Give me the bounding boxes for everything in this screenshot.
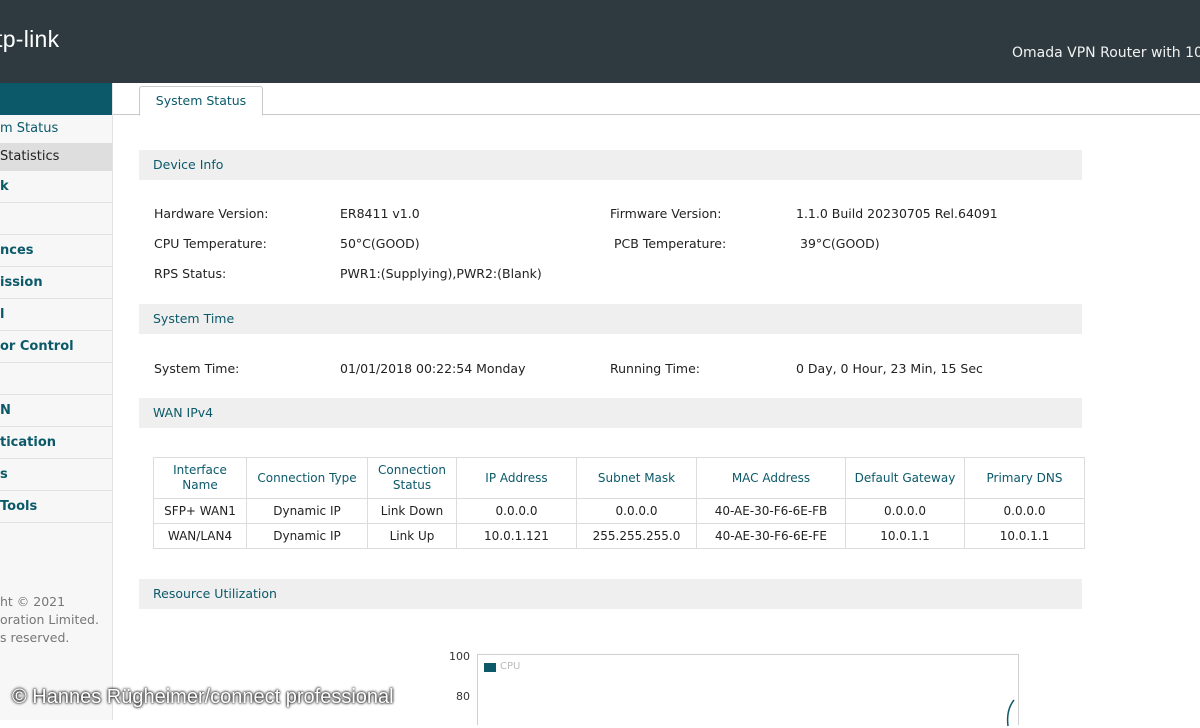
table-cell: 255.255.255.0: [576, 523, 697, 549]
y-tick-label: 80: [456, 690, 470, 703]
column-header: IP Address: [456, 457, 577, 499]
sidebar-item-system-status[interactable]: m Status: [0, 115, 112, 143]
running-time-value: 0 Day, 0 Hour, 23 Min, 15 Sec: [796, 361, 983, 376]
sidebar-item-traffic-statistics[interactable]: Statistics: [0, 143, 112, 171]
section-title: Resource Utilization: [153, 586, 277, 601]
table-cell: 40-AE-30-F6-6E-FE: [696, 523, 846, 549]
y-tick-label: 100: [449, 650, 470, 663]
section-title: WAN IPv4: [153, 405, 214, 420]
pcb-temperature-value: 39°C(GOOD): [800, 236, 880, 251]
column-header: MAC Address: [696, 457, 846, 499]
product-name: Omada VPN Router with 10: [1012, 45, 1200, 61]
sidebar-item-behavior-control[interactable]: or Control: [0, 331, 112, 363]
sidebar-item-transmission[interactable]: ission: [0, 267, 112, 299]
copyright-line: s reserved.: [0, 630, 70, 645]
table-cell: 10.0.1.121: [456, 523, 577, 549]
legend-swatch: [484, 663, 496, 672]
hardware-version-label: Hardware Version:: [154, 206, 269, 221]
column-header: Interface Name: [153, 457, 247, 499]
table-cell: 0.0.0.0: [845, 498, 965, 524]
column-header: Primary DNS: [964, 457, 1085, 499]
cpu-temperature-label: CPU Temperature:: [154, 236, 267, 251]
table-cell: Link Down: [367, 498, 457, 524]
system-time-label: System Time:: [154, 361, 240, 376]
copyright-line: oration Limited.: [0, 612, 99, 627]
section-header-system-time: System Time: [139, 304, 1082, 334]
table-cell: 10.0.1.1: [964, 523, 1085, 549]
section-header-device-info: Device Info: [139, 150, 1082, 180]
rps-status-label: RPS Status:: [154, 266, 227, 281]
sidebar-item-network[interactable]: k: [0, 171, 112, 203]
table-cell: WAN/LAN4: [153, 523, 247, 549]
hardware-version-value: ER8411 v1.0: [340, 206, 420, 221]
table-cell: 0.0.0.0: [576, 498, 697, 524]
cpu-temperature-value: 50°C(GOOD): [340, 236, 420, 251]
sidebar-item-firewall[interactable]: l: [0, 299, 112, 331]
firmware-version-value: 1.1.0 Build 20230705 Rel.64091: [796, 206, 998, 221]
section-title: System Time: [153, 311, 235, 326]
sidebar-nav: m Status Statistics k nces ission l or C…: [0, 83, 113, 720]
sidebar-item-authentication[interactable]: tication: [0, 427, 112, 459]
cpu-usage-chart: 100 80 CPU: [440, 648, 1020, 727]
tp-link-logo[interactable]: tp-link: [0, 26, 59, 53]
system-time-value: 01/01/2018 00:22:54 Monday: [340, 361, 526, 376]
running-time-label: Running Time:: [610, 361, 700, 376]
column-header: Connection Status: [367, 457, 457, 499]
table-cell: SFP+ WAN1: [153, 498, 247, 524]
top-header: tp-link Omada VPN Router with 10: [0, 0, 1200, 83]
section-header-resource-utilization: Resource Utilization: [139, 579, 1082, 609]
tab-bar: System Status: [113, 83, 1200, 116]
table-cell: 0.0.0.0: [964, 498, 1085, 524]
tab-system-status[interactable]: System Status: [139, 86, 263, 116]
rps-status-value: PWR1:(Supplying),PWR2:(Blank): [340, 266, 542, 281]
sidebar-item-preferences[interactable]: nces: [0, 235, 112, 267]
table-header-row: Interface Name Connection Type Connectio…: [153, 457, 1085, 499]
sidebar-section-header[interactable]: [0, 83, 112, 115]
photo-credit-watermark: © Hannes Rüghe​imer/connect professional: [12, 686, 394, 708]
legend-label: CPU: [500, 661, 521, 672]
table-cell: 0.0.0.0: [456, 498, 577, 524]
sidebar-item-services[interactable]: s: [0, 459, 112, 491]
cpu-line-segment: [1006, 699, 1015, 727]
section-title: Device Info: [153, 157, 224, 172]
column-header: Default Gateway: [845, 457, 965, 499]
table-cell: Link Up: [367, 523, 457, 549]
table-cell: 10.0.1.1: [845, 523, 965, 549]
table-cell: 40-AE-30-F6-6E-FB: [696, 498, 846, 524]
copyright-text: ht © 2021 oration Limited. s reserved.: [0, 593, 99, 647]
table-cell: Dynamic IP: [246, 498, 368, 524]
column-header: Subnet Mask: [576, 457, 697, 499]
table-row: SFP+ WAN1 Dynamic IP Link Down 0.0.0.0 0…: [153, 498, 1085, 524]
chart-plot-area: [477, 654, 1019, 725]
section-header-wan-ipv4: WAN IPv4: [139, 398, 1082, 428]
wan-ipv4-table: Interface Name Connection Type Connectio…: [153, 457, 1085, 549]
sidebar-item-system-tools[interactable]: Tools: [0, 491, 112, 523]
pcb-temperature-label: PCB Temperature:: [614, 236, 727, 251]
copyright-line: ht © 2021: [0, 594, 66, 609]
sidebar-item-blank-2[interactable]: [0, 363, 112, 395]
sidebar-item-vpn[interactable]: N: [0, 395, 112, 427]
table-cell: Dynamic IP: [246, 523, 368, 549]
firmware-version-label: Firmware Version:: [610, 206, 722, 221]
column-header: Connection Type: [246, 457, 368, 499]
sidebar-item-blank-1[interactable]: [0, 203, 112, 235]
table-row: WAN/LAN4 Dynamic IP Link Up 10.0.1.121 2…: [153, 523, 1085, 549]
